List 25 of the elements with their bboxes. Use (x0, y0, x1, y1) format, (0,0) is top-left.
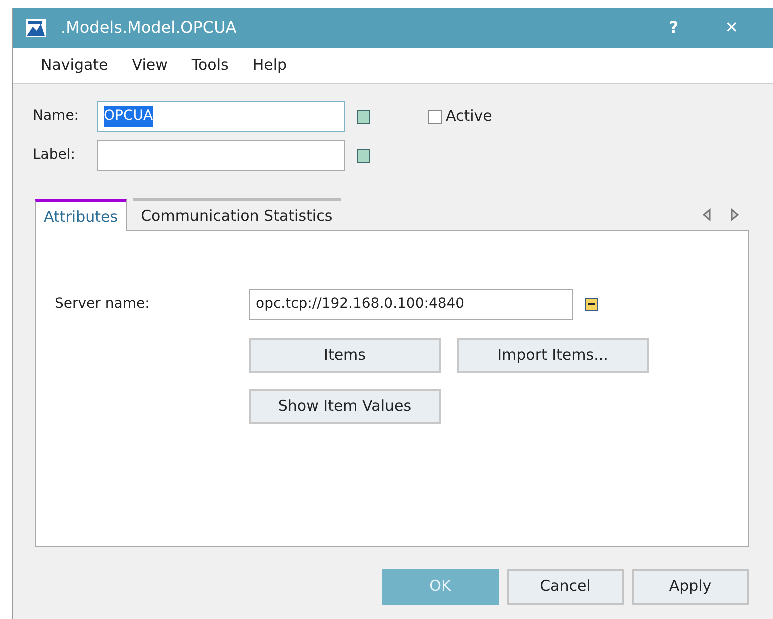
button[interactable]: Show Item Values (249, 388, 441, 424)
minus-icon[interactable] (585, 298, 598, 310)
checkbox[interactable] (428, 110, 442, 124)
scroll-left-icon[interactable] (701, 208, 713, 222)
scroll-right-icon[interactable] (729, 208, 741, 222)
window-title: .Models.Model.OPCUA (61, 17, 238, 39)
menu-item[interactable]: Navigate (31, 54, 118, 77)
app-icon (25, 18, 47, 38)
field-label: Label: (33, 146, 76, 165)
status-square-icon (357, 110, 370, 124)
menu-item[interactable]: Tools (182, 54, 239, 77)
text-field[interactable]: OPCUA (97, 101, 345, 132)
button[interactable]: Items (249, 338, 441, 372)
checkbox-label: Active (446, 106, 492, 128)
menu-item[interactable]: View (122, 54, 178, 77)
button[interactable]: Import Items... (457, 338, 649, 372)
text-field[interactable]: opc.tcp://192.168.0.100:4840 (249, 288, 573, 320)
button[interactable]: Apply (632, 568, 749, 604)
field-label: Name: (33, 107, 80, 126)
tab[interactable]: Attributes (35, 199, 128, 230)
menu-item[interactable]: Help (242, 54, 298, 77)
text-field[interactable] (97, 140, 345, 171)
button[interactable]: Cancel (507, 568, 624, 604)
field-label: Server name: (55, 294, 151, 314)
status-square-icon (357, 148, 370, 162)
